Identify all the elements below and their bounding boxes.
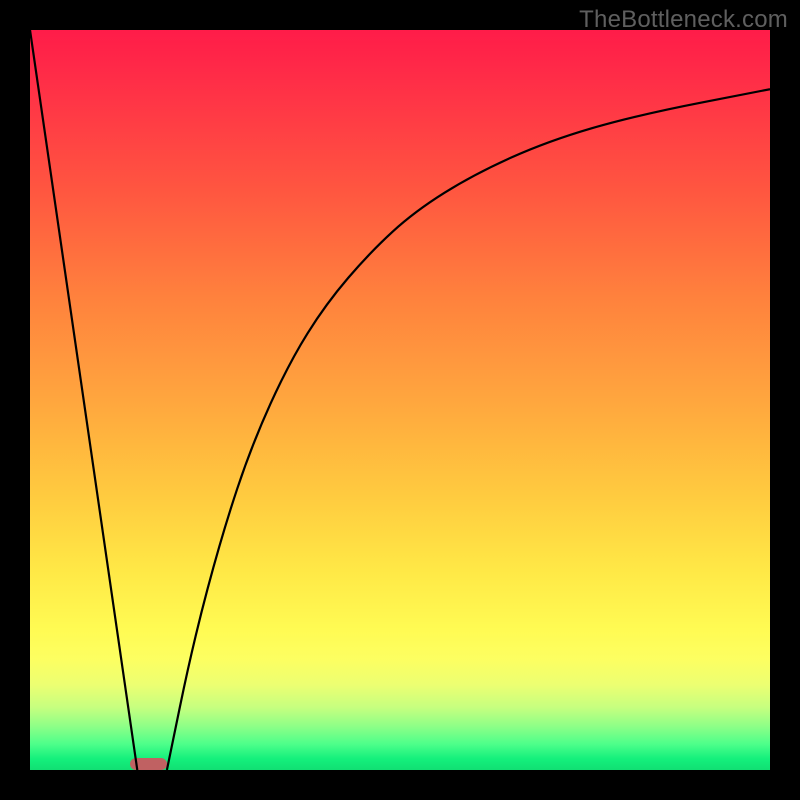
chart-frame: TheBottleneck.com (0, 0, 800, 800)
curve-svg (30, 30, 770, 770)
curve-left-segment (30, 30, 137, 770)
curve-right-segment (167, 89, 770, 770)
plot-area (30, 30, 770, 770)
